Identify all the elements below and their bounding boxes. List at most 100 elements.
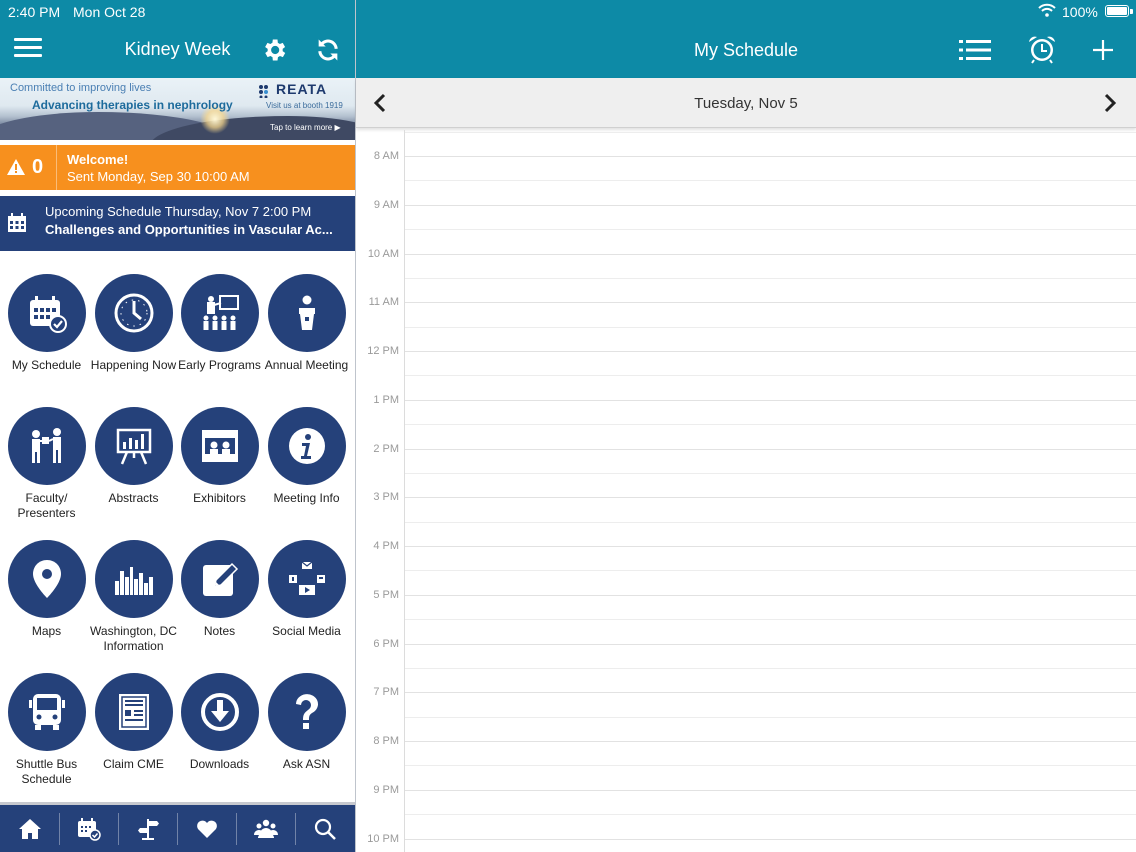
tile-happening-now[interactable]: Happening Now <box>90 274 177 373</box>
tile-notes[interactable]: Notes <box>176 540 263 639</box>
half-hour-gridline <box>405 326 1136 328</box>
banner-headline: Advancing therapies in nephrology <box>32 98 233 112</box>
feature-grid: My Schedule Happening Now Early Programs… <box>0 260 355 800</box>
hour-label: 8 PM <box>373 735 399 747</box>
upcoming-date: Upcoming Schedule Thursday, Nov 7 2:00 P… <box>45 204 312 219</box>
tile-faculty-presenters[interactable]: Faculty/ Presenters <box>3 407 90 520</box>
tab-search[interactable] <box>295 805 354 852</box>
tile-exhibitors[interactable]: Exhibitors <box>176 407 263 506</box>
sponsor-banner[interactable]: Committed to improving lives Advancing t… <box>0 78 355 140</box>
tile-abstracts[interactable]: Abstracts <box>90 407 177 506</box>
hour-gridline <box>405 741 1136 742</box>
half-hour-gridline <box>405 814 1136 816</box>
hour-label: 1 PM <box>373 393 399 406</box>
half-hour-gridline <box>405 131 1136 133</box>
tile-washington-dc-info[interactable]: Washington, DC Information <box>90 540 177 653</box>
tile-social-media[interactable]: Social Media <box>263 540 350 639</box>
hour-gridline <box>405 302 1136 304</box>
list-view-icon[interactable] <box>959 38 991 62</box>
calendar-check-icon <box>78 818 101 841</box>
hour-gridline <box>405 156 1136 157</box>
hour-gridline <box>405 692 1136 694</box>
banner-tagline: Committed to improving lives <box>10 82 152 94</box>
chevron-left-icon[interactable] <box>372 93 388 113</box>
half-hour-gridline <box>405 521 1136 523</box>
tile-shuttle-bus-schedule[interactable]: Shuttle Bus Schedule <box>3 673 90 786</box>
banner-tap-text: Tap to learn more <box>270 123 333 132</box>
upcoming-schedule-bar[interactable]: Upcoming Schedule Thursday, Nov 7 2:00 P… <box>0 196 355 251</box>
hour-gridline <box>405 546 1136 547</box>
banner-tap-link: Tap to learn more ▶ <box>270 123 341 132</box>
half-hour-gridline <box>405 180 1136 182</box>
alarm-clock-icon[interactable] <box>1027 34 1057 64</box>
alert-sent-time: Sent Monday, Sep 30 10:00 AM <box>67 169 250 184</box>
tile-label: Washington, DC Information <box>90 624 177 653</box>
download-icon <box>200 693 239 731</box>
hour-gridline <box>405 497 1136 499</box>
hour-label: 10 AM <box>367 247 399 260</box>
tile-label: Abstracts <box>108 491 159 505</box>
alert-count: 0 <box>32 156 44 178</box>
add-icon[interactable] <box>1091 38 1115 62</box>
tile-annual-meeting[interactable]: Annual Meeting <box>263 274 350 373</box>
reata-logo-icon <box>259 85 268 98</box>
tile-label: Annual Meeting <box>264 358 349 372</box>
app-window: 2:40 PM Mon Oct 28 Kidney Week Committed… <box>0 0 1136 852</box>
tab-attendees[interactable] <box>236 805 295 852</box>
tile-label: Early Programs <box>178 358 261 372</box>
current-day-label: Tuesday, Nov 5 <box>694 95 798 112</box>
tile-label: Shuttle Bus Schedule <box>15 757 78 786</box>
hamburger-menu-icon[interactable] <box>14 38 42 60</box>
half-hour-gridline <box>405 716 1136 718</box>
half-hour-gridline <box>405 765 1136 767</box>
tab-favorites[interactable] <box>177 805 236 852</box>
hour-label: 5 PM <box>373 588 399 601</box>
people-icon <box>254 819 278 838</box>
tile-meeting-info[interactable]: Meeting Info <box>263 407 350 506</box>
hour-gridline <box>405 399 1136 401</box>
refresh-icon[interactable] <box>314 36 342 64</box>
day-timeline[interactable]: 8 AM 9 AM 10 AM 11 AM 12 PM 1 PM 2 PM 3 PM 4 PM 5… <box>356 130 1136 852</box>
tile-label: Happening Now <box>90 358 177 372</box>
status-bar: 2:40 PM Mon Oct 28 <box>0 0 355 22</box>
tab-directions[interactable] <box>118 805 177 852</box>
exhibitor-booth-icon <box>201 430 238 462</box>
alert-bar[interactable]: 0 Welcome! Sent Monday, Sep 30 10:00 AM <box>0 145 355 190</box>
hour-gridline <box>405 351 1136 352</box>
app-title: Kidney Week <box>124 39 231 59</box>
tile-my-schedule[interactable]: My Schedule <box>3 274 90 373</box>
tile-label: Notes <box>203 624 236 638</box>
tile-early-programs[interactable]: Early Programs <box>176 274 263 373</box>
presentation-icon <box>203 295 239 330</box>
tile-label: My Schedule <box>11 358 82 372</box>
status-date: Mon Oct 28 <box>73 4 146 20</box>
hour-label: 12 PM <box>367 345 399 357</box>
gear-icon[interactable] <box>260 36 288 64</box>
upcoming-session-title: Challenges and Opportunities in Vascular… <box>45 222 333 237</box>
tab-my-schedule[interactable] <box>59 805 118 852</box>
half-hour-gridline <box>405 277 1136 279</box>
city-skyline-icon <box>114 567 153 595</box>
half-hour-gridline <box>405 229 1136 231</box>
tile-label: Exhibitors <box>193 491 246 505</box>
certificate-icon <box>118 694 149 730</box>
hour-gridline <box>405 253 1136 255</box>
tab-home[interactable] <box>0 805 59 852</box>
wifi-icon <box>1038 3 1056 17</box>
tile-maps[interactable]: Maps <box>3 540 90 639</box>
hour-gridline <box>405 448 1136 450</box>
hour-label: 7 PM <box>373 686 399 699</box>
left-pane: 2:40 PM Mon Oct 28 Kidney Week Committed… <box>0 0 355 852</box>
social-media-icon <box>288 561 325 595</box>
hour-gridline <box>405 204 1136 206</box>
search-icon <box>314 818 336 840</box>
hour-label: 10 PM <box>367 832 399 845</box>
tile-label: Claim CME <box>103 757 164 771</box>
hour-label: 9 PM <box>373 783 399 796</box>
tile-downloads[interactable]: Downloads <box>176 673 263 772</box>
tile-ask-asn[interactable]: Ask ASN <box>263 673 350 772</box>
tile-claim-cme[interactable]: Claim CME <box>90 673 177 772</box>
question-icon <box>295 694 318 729</box>
chevron-right-icon[interactable] <box>1102 93 1118 113</box>
hour-label: 6 PM <box>373 637 399 650</box>
